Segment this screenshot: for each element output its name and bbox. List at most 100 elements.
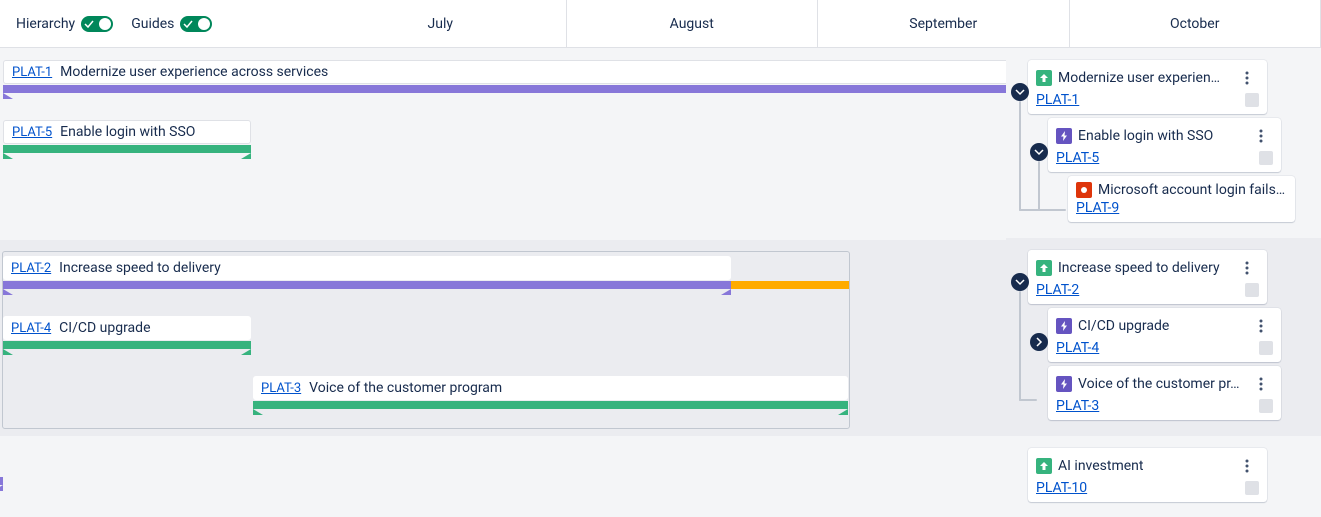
issue-key-link[interactable]: PLAT-1	[1036, 92, 1079, 108]
timeline-bar-plat3[interactable]: PLAT-3 Voice of the customer program	[253, 376, 848, 400]
kebab-menu[interactable]	[1249, 314, 1273, 338]
status-square	[1245, 93, 1259, 107]
bar-title: Increase speed to delivery	[59, 260, 221, 276]
bar-title: Voice of the customer program	[309, 380, 502, 396]
kebab-menu[interactable]	[1235, 66, 1259, 90]
timeline[interactable]: PLAT-1 Modernize user experience across …	[0, 48, 1006, 517]
main: PLAT-1 Modernize user experience across …	[0, 48, 1321, 517]
card-title: Enable login with SSO	[1078, 128, 1243, 144]
chevron-down-icon	[1015, 277, 1025, 287]
progress-plat4	[3, 341, 251, 349]
status-square	[1259, 151, 1273, 165]
notch	[3, 93, 13, 99]
bar-title: Enable login with SSO	[60, 124, 195, 140]
expand-button-plat2[interactable]	[1011, 273, 1029, 291]
timeline-dots-plat9	[0, 176, 1006, 216]
issue-key-link[interactable]: PLAT-2	[1036, 282, 1079, 298]
card-title: Voice of the customer pr…	[1078, 376, 1243, 392]
hierarchy-toggle[interactable]	[81, 16, 113, 32]
notch	[241, 153, 251, 159]
kebab-icon	[1245, 459, 1249, 473]
sidebar-card-plat5[interactable]: Enable login with SSO PLAT-5	[1048, 118, 1281, 172]
sidebar-group: Increase speed to delivery PLAT-2	[1006, 238, 1321, 436]
guides-toggle-group: Guides	[131, 16, 212, 32]
expand-button-plat5[interactable]	[1030, 143, 1048, 161]
check-icon	[183, 19, 193, 29]
progress-plat2	[3, 281, 731, 289]
progress-plat3	[253, 401, 848, 409]
issue-key-link[interactable]: PLAT-5	[1056, 150, 1099, 166]
notch	[253, 409, 263, 415]
notch	[721, 289, 731, 295]
hierarchy-toggle-group: Hierarchy	[16, 16, 113, 32]
arrow-up-icon	[1036, 260, 1052, 276]
arrow-up-icon	[1036, 458, 1052, 474]
card-title: AI investment	[1058, 458, 1229, 474]
bolt-icon	[1056, 318, 1072, 334]
month-october: October	[1070, 0, 1321, 47]
issue-key-link[interactable]: PLAT-3	[1056, 398, 1099, 414]
status-square	[1245, 283, 1259, 297]
kebab-icon	[1259, 377, 1263, 391]
kebab-icon	[1259, 319, 1263, 333]
card-title: Modernize user experien…	[1058, 70, 1229, 86]
expand-button-plat1[interactable]	[1011, 83, 1029, 101]
sidebar-card-plat1[interactable]: Modernize user experien… PLAT-1	[1028, 60, 1267, 114]
bolt-icon	[1056, 128, 1072, 144]
issue-key-link[interactable]: PLAT-3	[261, 381, 301, 396]
status-square	[1245, 481, 1259, 495]
sidebar-card-plat2[interactable]: Increase speed to delivery PLAT-2	[1028, 250, 1267, 304]
chevron-down-icon	[1034, 147, 1044, 157]
kebab-icon	[1245, 71, 1249, 85]
timeline-bar-plat1[interactable]: PLAT-1 Modernize user experience across …	[3, 60, 1006, 84]
issue-key-link[interactable]: PLAT-4	[1056, 340, 1099, 356]
kebab-icon	[1245, 261, 1249, 275]
progress-plat5	[3, 145, 251, 153]
timeline-bar-plat4[interactable]: PLAT-4 CI/CD upgrade	[3, 316, 251, 340]
issue-key-link[interactable]: PLAT-2	[11, 261, 51, 276]
progress-plat10	[0, 477, 3, 485]
sidebar-card-plat9[interactable]: Microsoft account login fails… PLAT-9	[1068, 176, 1295, 222]
bolt-icon	[1056, 376, 1072, 392]
kebab-icon	[1259, 129, 1263, 143]
progress-plat1	[3, 85, 1006, 93]
status-square	[1259, 399, 1273, 413]
kebab-menu[interactable]	[1235, 454, 1259, 478]
bug-icon	[1076, 182, 1092, 198]
header: Hierarchy Guides July August September O…	[0, 0, 1321, 48]
notch	[3, 349, 13, 355]
notch	[0, 485, 3, 491]
card-title: CI/CD upgrade	[1078, 318, 1243, 334]
timeline-group-bg	[0, 436, 1006, 517]
bar-title: CI/CD upgrade	[59, 320, 150, 336]
expand-button-plat4[interactable]	[1030, 333, 1048, 351]
sidebar: Modernize user experien… PLAT-1	[1006, 48, 1321, 517]
arrow-up-icon	[1036, 70, 1052, 86]
sidebar-card-plat4[interactable]: CI/CD upgrade PLAT-4	[1048, 308, 1281, 362]
timeline-header: July August September October	[315, 0, 1321, 47]
kebab-menu[interactable]	[1235, 256, 1259, 280]
status-square	[1259, 341, 1273, 355]
issue-key-link[interactable]: PLAT-4	[11, 321, 51, 336]
issue-key-link[interactable]: PLAT-5	[12, 125, 52, 140]
timeline-bar-plat5[interactable]: PLAT-5 Enable login with SSO	[3, 120, 251, 144]
kebab-menu[interactable]	[1249, 124, 1273, 148]
kebab-menu[interactable]	[1249, 372, 1273, 396]
issue-key-link[interactable]: PLAT-1	[12, 65, 52, 80]
sidebar-card-plat3[interactable]: Voice of the customer pr… PLAT-3	[1048, 366, 1281, 420]
sidebar-card-plat10[interactable]: AI investment PLAT-10	[1028, 448, 1267, 502]
notch	[3, 289, 13, 295]
sidebar-group: Modernize user experien… PLAT-1	[1006, 60, 1321, 238]
sidebar-group: AI investment PLAT-10	[1006, 436, 1321, 514]
hierarchy-label: Hierarchy	[16, 16, 75, 32]
check-icon	[84, 19, 94, 29]
notch	[241, 349, 251, 355]
chevron-down-icon	[1015, 87, 1025, 97]
card-title: Increase speed to delivery	[1058, 260, 1229, 276]
issue-key-link[interactable]: PLAT-10	[1036, 480, 1087, 496]
issue-key-link[interactable]: PLAT-9	[1076, 200, 1119, 216]
guides-toggle[interactable]	[180, 16, 212, 32]
timeline-bar-plat2[interactable]: PLAT-2 Increase speed to delivery	[3, 256, 731, 280]
card-title: Microsoft account login fails…	[1098, 182, 1287, 198]
month-august: August	[567, 0, 819, 47]
